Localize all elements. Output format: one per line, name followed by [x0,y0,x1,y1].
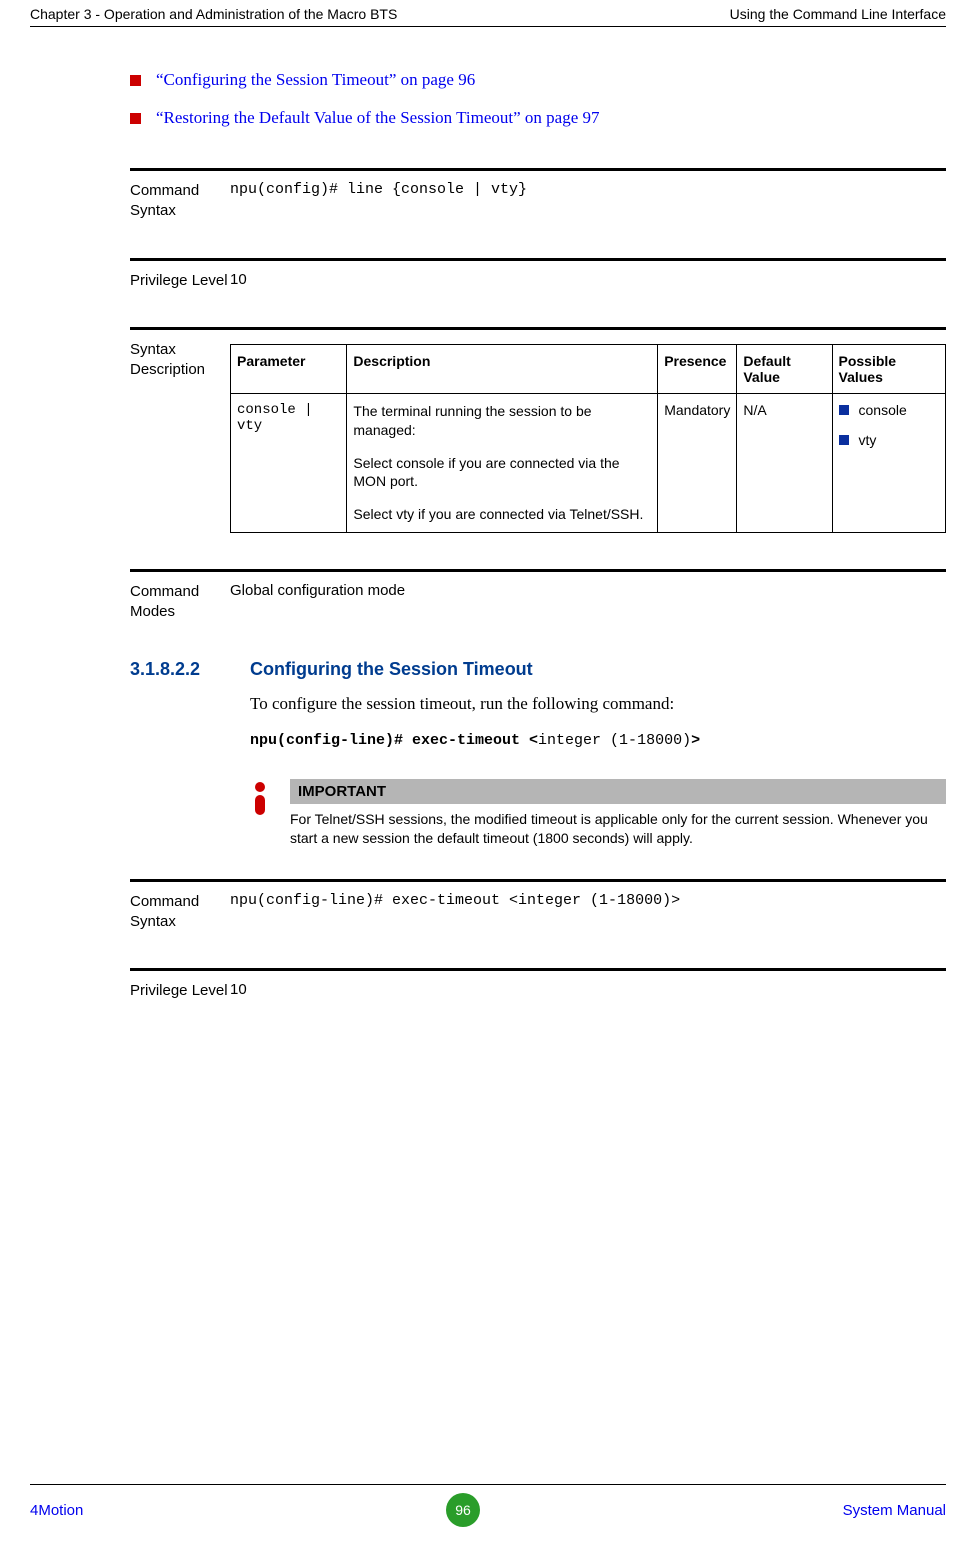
square-bullet-icon [130,113,141,124]
privilege-level-value: 10 [230,271,946,291]
cross-reference-list: “Configuring the Session Timeout” on pag… [130,70,946,128]
table-header-row: Parameter Description Presence Default V… [231,344,946,393]
cell-description: The terminal running the session to be m… [347,393,658,532]
cross-reference-item: “Configuring the Session Timeout” on pag… [130,70,946,90]
section-heading: 3.1.8.2.2 Configuring the Session Timeou… [130,659,946,680]
cross-reference-link[interactable]: “Restoring the Default Value of the Sess… [156,108,600,128]
important-body: For Telnet/SSH sessions, the modified ti… [290,804,946,849]
command-syntax-value: npu(config)# line {console | vty} [230,181,946,222]
content-area: “Configuring the Session Timeout” on pag… [30,27,946,1002]
def-label: Command Syntax [130,892,230,933]
possible-value-text: console [859,402,907,418]
cell-presence: Mandatory [658,393,737,532]
desc-line: Select console if you are connected via … [353,454,651,492]
privilege-level-block: Privilege Level 10 [130,968,946,1001]
cross-reference-item: “Restoring the Default Value of the Sess… [130,108,946,128]
command-modes-value: Global configuration mode [230,582,946,623]
desc-line: The terminal running the session to be m… [353,402,651,440]
command-syntax-value: npu(config-line)# exec-timeout <integer … [230,892,946,933]
def-label: Command Syntax [130,181,230,222]
col-default-value: Default Value [737,344,832,393]
page-footer: 4Motion 96 System Manual [30,1484,946,1527]
footer-manual-link[interactable]: System Manual [843,1502,946,1519]
command-example: npu(config-line)# exec-timeout <integer … [250,732,946,749]
privilege-level-block: Privilege Level 10 [130,258,946,291]
col-possible-values: Possible Values [832,344,946,393]
possible-value-item: vty [839,432,940,448]
possible-value-item: console [839,402,940,418]
def-label: Privilege Level [130,981,230,1001]
col-description: Description [347,344,658,393]
syntax-description-block: Syntax Description Parameter Description… [130,327,946,533]
syntax-description-table: Parameter Description Presence Default V… [230,344,946,533]
footer-product[interactable]: 4Motion [30,1502,83,1519]
def-label: Syntax Description [130,340,230,533]
cmd-bold-end: > [691,732,700,749]
square-bullet-icon [130,75,141,86]
command-syntax-block: Command Syntax npu(config-line)# exec-ti… [130,879,946,933]
command-syntax-block: Command Syntax npu(config)# line {consol… [130,168,946,222]
def-label: Privilege Level [130,271,230,291]
cell-parameter: console | vty [231,393,347,532]
cmd-bold-part: npu(config-line)# exec-timeout < [250,732,538,749]
square-bullet-icon [839,435,849,445]
page-header: Chapter 3 - Operation and Administration… [30,0,946,27]
col-presence: Presence [658,344,737,393]
cell-default: N/A [737,393,832,532]
cell-possible-values: console vty [832,393,946,532]
section-title: Configuring the Session Timeout [250,659,533,680]
important-callout: IMPORTANT For Telnet/SSH sessions, the m… [250,779,946,849]
cmd-plain-part: integer (1-18000) [538,732,691,749]
page-number-badge: 96 [446,1493,480,1527]
square-bullet-icon [839,405,849,415]
privilege-level-value: 10 [230,981,946,1001]
desc-line: Select vty if you are connected via Teln… [353,505,651,524]
syntax-description-table-wrap: Parameter Description Presence Default V… [230,340,946,533]
important-header: IMPORTANT [290,779,946,804]
header-chapter: Chapter 3 - Operation and Administration… [30,6,397,22]
table-row: console | vty The terminal running the s… [231,393,946,532]
intro-paragraph: To configure the session timeout, run th… [250,694,946,714]
def-label: Command Modes [130,582,230,623]
header-section: Using the Command Line Interface [730,6,946,22]
possible-value-text: vty [859,432,877,448]
important-content: IMPORTANT For Telnet/SSH sessions, the m… [290,779,946,849]
col-parameter: Parameter [231,344,347,393]
section-number: 3.1.8.2.2 [130,659,250,680]
cross-reference-link[interactable]: “Configuring the Session Timeout” on pag… [156,70,475,90]
info-icon [250,779,290,849]
command-modes-block: Command Modes Global configuration mode [130,569,946,623]
